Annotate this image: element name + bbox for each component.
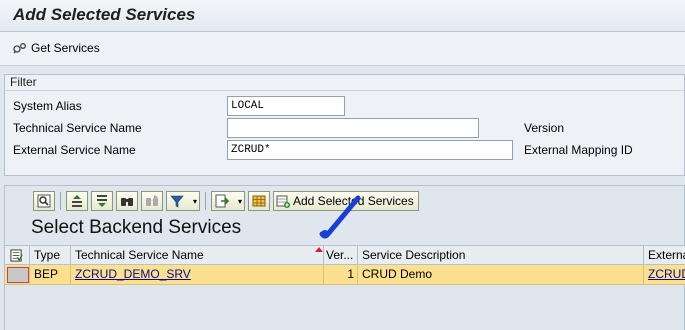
- section-title: Select Backend Services: [31, 217, 242, 238]
- sort-descending-button[interactable]: [91, 191, 113, 211]
- magnifier-icon: [37, 194, 51, 208]
- sort-ascending-icon: [72, 195, 82, 207]
- cell-service-description: CRUD Demo: [357, 265, 643, 284]
- add-rows-icon: [276, 195, 290, 208]
- find-next-icon: [146, 195, 158, 206]
- cell-technical-service-name-wrap: ZCRUD_DEMO_SRV: [70, 265, 323, 284]
- get-services-label: Get Services: [31, 41, 100, 55]
- cell-technical-service-name[interactable]: ZCRUD_DEMO_SRV: [75, 267, 191, 281]
- cell-external[interactable]: ZCRUD: [648, 267, 685, 281]
- title-bar: Add Selected Services: [0, 0, 685, 32]
- application-toolbar: Get Services: [0, 32, 685, 66]
- export-dropdown-button[interactable]: [211, 191, 245, 211]
- filter-header: Filter: [5, 75, 684, 91]
- row-selector[interactable]: [7, 267, 29, 283]
- sort-ascending-button[interactable]: [66, 191, 88, 211]
- layout-button[interactable]: [248, 191, 270, 211]
- find-next-button[interactable]: [141, 191, 163, 211]
- cell-version: 1: [323, 265, 357, 284]
- technical-service-name-input[interactable]: [227, 118, 479, 138]
- page-title: Add Selected Services: [13, 5, 196, 24]
- column-header-service-description[interactable]: Service Description: [357, 246, 643, 264]
- table-header: Type Technical Service Name Ver... Servi…: [5, 245, 685, 265]
- filter-dropdown-button[interactable]: [166, 191, 200, 211]
- external-service-name-label: External Service Name: [13, 143, 136, 157]
- column-header-external[interactable]: Externa: [643, 246, 685, 264]
- grid-layout-icon: [252, 195, 266, 207]
- filter-panel: Filter System Alias LOCAL Technical Serv…: [4, 74, 685, 176]
- checkmark-icon: [319, 195, 361, 239]
- filter-icon: [170, 195, 184, 208]
- cell-external-wrap: ZCRUD: [643, 265, 685, 284]
- sort-descending-icon: [97, 195, 107, 207]
- cell-type: BEP: [29, 265, 70, 284]
- toolbar-separator: [205, 192, 206, 210]
- system-alias-input[interactable]: LOCAL: [227, 96, 345, 116]
- technical-service-name-label: Technical Service Name: [13, 121, 142, 135]
- column-header-technical-service-name[interactable]: Technical Service Name: [70, 246, 323, 264]
- export-icon: [215, 194, 229, 208]
- select-all-button[interactable]: [5, 246, 29, 264]
- system-alias-label: System Alias: [13, 99, 82, 113]
- get-services-button[interactable]: Get Services: [12, 41, 100, 55]
- details-button[interactable]: [33, 191, 55, 211]
- toolbar-separator: [60, 192, 61, 210]
- select-all-icon: [10, 249, 23, 262]
- sort-indicator-icon: [315, 247, 323, 252]
- column-header-type[interactable]: Type: [29, 246, 70, 264]
- find-button[interactable]: [116, 191, 138, 211]
- column-header-version[interactable]: Ver...: [323, 246, 357, 264]
- external-service-name-input[interactable]: ZCRUD*: [227, 140, 513, 160]
- get-services-icon: [13, 43, 26, 54]
- external-mapping-id-label: External Mapping ID: [524, 143, 633, 157]
- version-label: Version: [524, 121, 565, 135]
- table-row[interactable]: BEP ZCRUD_DEMO_SRV 1 CRUD Demo ZCRUD: [5, 265, 685, 285]
- binoculars-icon: [121, 198, 133, 206]
